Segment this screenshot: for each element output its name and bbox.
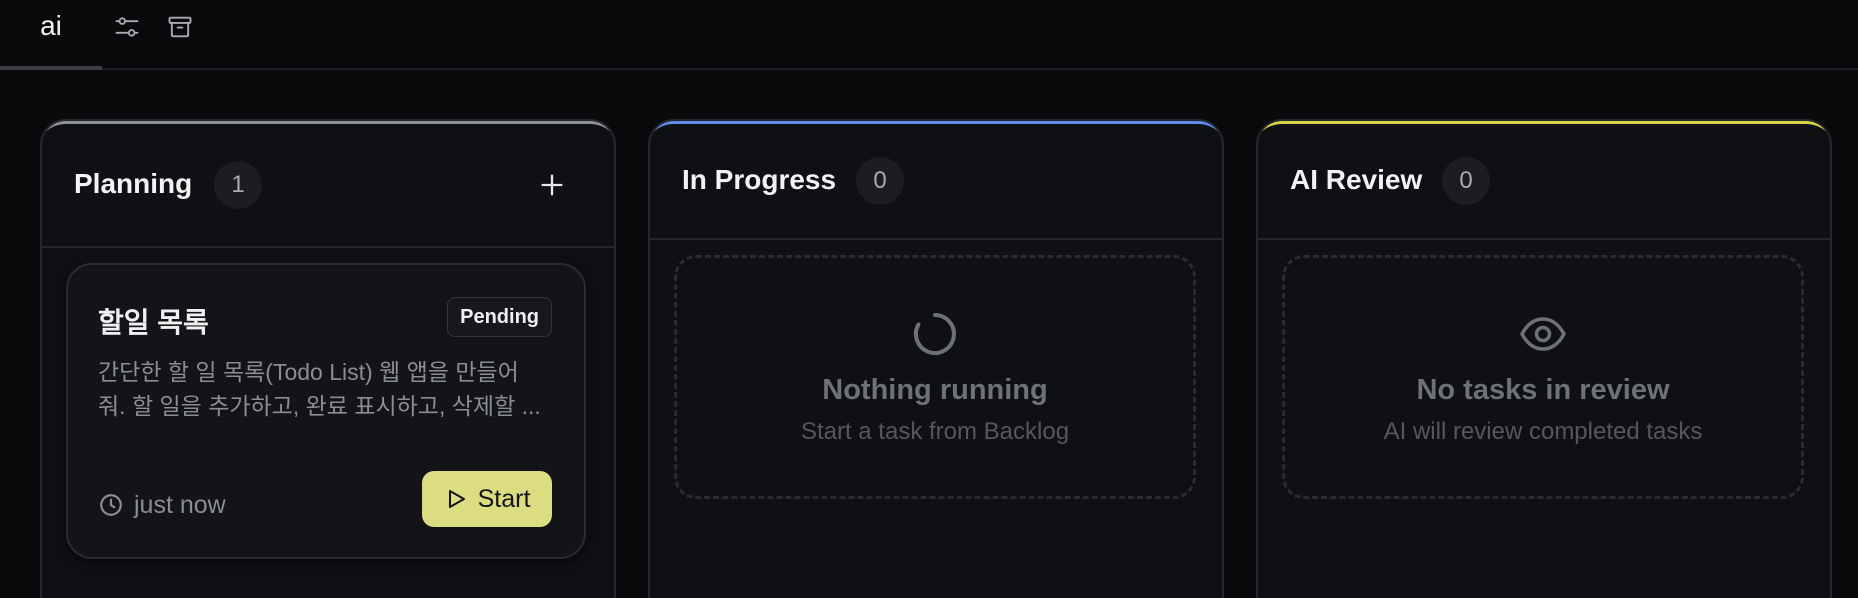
column-title: AI Review (1290, 164, 1423, 195)
task-description: 간단한 할 일 목록(Todo List) 웹 앱을 만들어 줘. 할 일을 추… (98, 355, 548, 423)
project-tab-label: ai (40, 10, 62, 41)
start-button-label: Start (477, 484, 531, 513)
clock-icon (100, 494, 122, 516)
top-bar: ai (0, 0, 1858, 70)
empty-state-subtitle: AI will review completed tasks (1383, 418, 1703, 445)
count-badge: 0 (856, 157, 904, 205)
kanban-page: ai Planning 1 할일 목록 Pending 간단한 할 일 목록(T… (0, 0, 1858, 598)
column-planning: Planning 1 할일 목록 Pending 간단한 할 일 목록(Todo… (40, 119, 616, 598)
task-time-label: just now (134, 490, 226, 519)
column-title: Planning (74, 168, 193, 199)
column-header: AI Review 0 (1258, 121, 1830, 240)
eye-icon (1519, 310, 1567, 358)
column-ai-review: AI Review 0 No tasks in review AI will r… (1256, 119, 1832, 598)
task-card[interactable]: 할일 목록 Pending 간단한 할 일 목록(Todo List) 웹 앱을… (66, 263, 586, 559)
archive-icon[interactable] (165, 12, 195, 42)
play-icon (448, 490, 465, 508)
add-task-button[interactable] (530, 163, 574, 207)
start-button[interactable]: Start (422, 471, 552, 527)
empty-state-title: Nothing running (822, 374, 1048, 406)
column-title: In Progress (682, 164, 837, 195)
column-header: In Progress 0 (650, 121, 1222, 240)
sliders-icon[interactable] (112, 12, 142, 42)
empty-state-subtitle: Start a task from Backlog (800, 418, 1070, 445)
empty-state: Nothing running Start a task from Backlo… (674, 255, 1196, 499)
empty-state-title: No tasks in review (1416, 374, 1670, 406)
project-tab[interactable]: ai (0, 0, 102, 70)
task-title: 할일 목록 (98, 307, 209, 338)
column-in-progress: In Progress 0 Nothing running Start a ta… (648, 119, 1224, 598)
empty-state: No tasks in review AI will review comple… (1282, 255, 1804, 499)
task-description-line: 간단한 할 일 목록(Todo List) 웹 앱을 만들어 (98, 359, 519, 385)
task-description-line: 줘. 할 일을 추가하고, 완료 표시하고, 삭제할 ... (98, 393, 541, 419)
spinner-icon (911, 310, 959, 358)
plus-icon (541, 174, 563, 196)
task-timestamp: just now (98, 485, 226, 525)
count-badge: 0 (1442, 157, 1490, 205)
status-badge: Pending (447, 297, 552, 337)
column-header: Planning 1 (42, 121, 614, 248)
count-badge: 1 (214, 161, 262, 209)
